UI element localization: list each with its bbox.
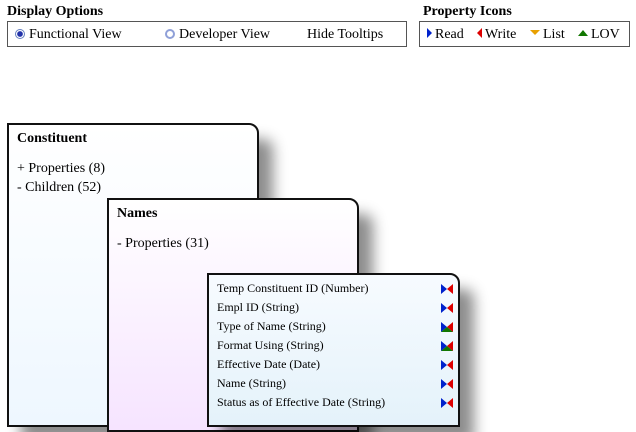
display-options-panel: Functional View Developer View Hide Tool… [7,21,407,47]
read-icon [441,284,447,294]
read-icon [427,27,432,38]
write-icon [447,379,453,389]
functional-view-radio[interactable]: Functional View [15,27,122,43]
read-icon [441,398,447,408]
permission-icons [441,379,453,389]
functional-view-label: Functional View [29,27,122,42]
developer-view-radio[interactable]: Developer View [165,27,270,43]
property-row[interactable]: Temp Constituent ID (Number) [217,281,455,300]
property-name: Format Using (String) [217,338,324,352]
legend-write: Write [477,27,516,43]
property-row[interactable]: Effective Date (Date) [217,357,455,376]
property-row[interactable]: Name (String) [217,376,455,395]
property-name: Temp Constituent ID (Number) [217,281,369,295]
legend-list: List [530,27,565,43]
write-icon [447,303,453,313]
legend-write-label: Write [485,27,517,42]
property-row[interactable]: Status as of Effective Date (String) [217,395,455,414]
display-options-title: Display Options [7,4,104,19]
property-name: Effective Date (Date) [217,357,321,371]
permission-icons [441,322,453,332]
property-icons-legend: Read Write List LOV [419,21,630,47]
legend-read-label: Read [435,27,464,42]
legend-lov: LOV [578,27,620,43]
constituent-properties-toggle[interactable]: + Properties (8) [17,161,105,177]
constituent-title: Constituent [17,131,88,146]
hide-tooltips-link[interactable]: Hide Tooltips [307,27,383,43]
properties-card: Temp Constituent ID (Number) Empl ID (Str… [207,273,460,427]
read-icon [441,303,447,313]
property-icons-title: Property Icons [423,4,512,19]
legend-list-label: List [543,27,565,42]
names-title: Names [117,206,158,221]
write-icon [447,360,453,370]
legend-lov-label: LOV [591,27,620,42]
radio-selected-icon [15,28,25,39]
property-name: Name (String) [217,376,286,390]
names-properties-toggle[interactable]: - Properties (31) [117,236,209,252]
lov-icon [578,29,588,36]
write-icon [447,398,453,408]
list-icon [530,30,540,36]
permission-icons [441,398,453,408]
legend-read: Read [427,27,464,43]
permission-icons [441,360,453,370]
permission-icons [441,303,453,313]
write-icon [447,284,453,294]
property-name: Type of Name (String) [217,319,326,333]
permission-icons [441,284,453,294]
property-row[interactable]: Type of Name (String) [217,319,455,338]
permission-icons [441,341,453,351]
developer-view-label: Developer View [179,27,271,42]
read-icon [441,379,447,389]
read-icon [441,360,447,370]
property-name: Empl ID (String) [217,300,299,314]
property-row[interactable]: Empl ID (String) [217,300,455,319]
property-row[interactable]: Format Using (String) [217,338,455,357]
radio-unselected-icon [165,28,175,39]
property-name: Status as of Effective Date (String) [217,395,386,409]
constituent-children-toggle[interactable]: - Children (52) [17,180,101,196]
write-icon [477,27,482,38]
